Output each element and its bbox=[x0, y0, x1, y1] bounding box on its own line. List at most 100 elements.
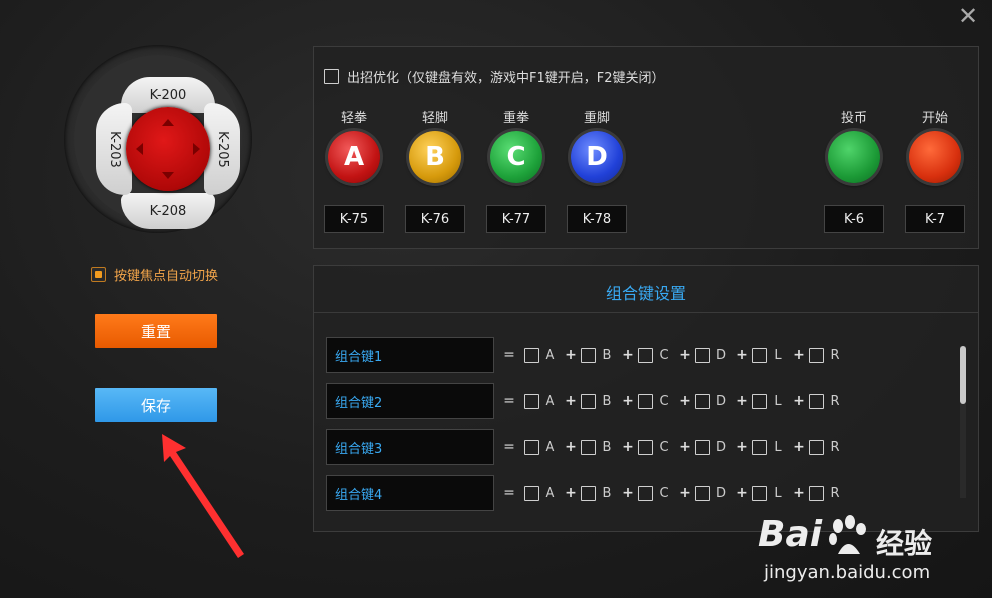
combo-name-field[interactable]: 组合键3 bbox=[326, 429, 494, 465]
combo-letter: L bbox=[774, 393, 782, 409]
combo-settings-title: 组合键设置 bbox=[605, 284, 686, 303]
combo-letter: C bbox=[659, 393, 669, 409]
button-a-icon[interactable]: A bbox=[328, 131, 380, 183]
combo-letter: A bbox=[545, 439, 555, 455]
combo-letter: A bbox=[545, 393, 555, 409]
combo-option-r: R bbox=[809, 485, 846, 501]
combo-letter: R bbox=[830, 485, 840, 501]
plus-sign: + bbox=[622, 439, 634, 455]
combo-option-d: D bbox=[695, 347, 732, 363]
plus-sign: + bbox=[565, 485, 577, 501]
combo-letter: B bbox=[602, 485, 612, 501]
combo-option-c: C bbox=[638, 347, 675, 363]
combo-checkbox-c[interactable] bbox=[638, 485, 653, 501]
key-field-b[interactable]: K-76 bbox=[405, 205, 465, 233]
combo-letter: C bbox=[659, 439, 669, 455]
combo-option-l: L bbox=[752, 347, 789, 363]
combo-checkbox-b[interactable] bbox=[581, 439, 596, 455]
plus-sign: + bbox=[679, 347, 691, 363]
button-c-icon[interactable]: C bbox=[490, 131, 542, 183]
move-optimization-checkbox[interactable] bbox=[324, 69, 339, 84]
scrollbar-thumb[interactable] bbox=[960, 346, 966, 404]
plus-sign: + bbox=[679, 393, 691, 409]
key-field-coin[interactable]: K-6 bbox=[824, 205, 884, 233]
combo-option-d: D bbox=[695, 485, 732, 501]
start-button-icon[interactable] bbox=[909, 131, 961, 183]
combo-letter: D bbox=[715, 485, 726, 501]
button-name: 轻脚 bbox=[421, 111, 448, 126]
dpad-down-label: K-208 bbox=[149, 203, 187, 219]
combo-name-field[interactable]: 组合键4 bbox=[326, 475, 494, 511]
plus-sign: + bbox=[793, 393, 805, 409]
combo-checkbox-r[interactable] bbox=[809, 439, 824, 455]
combo-checkbox-d[interactable] bbox=[695, 439, 710, 455]
combo-checkbox-r[interactable] bbox=[809, 485, 824, 501]
dpad-left-label: K-203 bbox=[106, 130, 122, 168]
combo-checkbox-b[interactable] bbox=[581, 347, 596, 363]
button-b-icon[interactable]: B bbox=[409, 131, 461, 183]
combo-checkbox-l[interactable] bbox=[752, 485, 767, 501]
button-col-light-kick: 轻脚 B K-76 bbox=[405, 107, 465, 233]
arrow-left-icon bbox=[130, 143, 143, 155]
combo-checkbox-r[interactable] bbox=[809, 393, 824, 409]
plus-sign: + bbox=[736, 393, 748, 409]
arrow-right-icon bbox=[193, 143, 206, 155]
button-d-icon[interactable]: D bbox=[571, 131, 623, 183]
combo-option-a: A bbox=[524, 485, 561, 501]
key-field-a[interactable]: K-75 bbox=[324, 205, 384, 233]
dpad-right-label: K-205 bbox=[214, 130, 230, 168]
move-optimization-option[interactable]: 出招优化（仅键盘有效，游戏中F1键开启，F2键关闭） bbox=[324, 67, 665, 86]
combo-checkbox-c[interactable] bbox=[638, 347, 653, 363]
combo-letter: D bbox=[715, 347, 726, 363]
combo-option-l: L bbox=[752, 393, 789, 409]
combo-checkbox-d[interactable] bbox=[695, 347, 710, 363]
combo-checkbox-r[interactable] bbox=[809, 347, 824, 363]
combo-checkbox-l[interactable] bbox=[752, 347, 767, 363]
plus-sign: + bbox=[793, 485, 805, 501]
plus-sign: + bbox=[736, 485, 748, 501]
combo-option-r: R bbox=[809, 393, 846, 409]
dpad-down-key[interactable]: K-208 bbox=[121, 193, 215, 229]
plus-sign: + bbox=[679, 439, 691, 455]
combo-letter: B bbox=[602, 393, 612, 409]
combo-name-field[interactable]: 组合键2 bbox=[326, 383, 494, 419]
combo-option-r: R bbox=[809, 439, 846, 455]
save-button[interactable]: 保存 bbox=[95, 388, 217, 422]
combo-checkbox-l[interactable] bbox=[752, 393, 767, 409]
combo-checkbox-c[interactable] bbox=[638, 439, 653, 455]
key-field-start[interactable]: K-7 bbox=[905, 205, 965, 233]
combo-checkbox-a[interactable] bbox=[524, 347, 539, 363]
coin-button-icon[interactable] bbox=[828, 131, 880, 183]
combo-checkbox-c[interactable] bbox=[638, 393, 653, 409]
combo-letter: R bbox=[830, 439, 840, 455]
close-button[interactable]: ✕ bbox=[956, 4, 980, 28]
focus-auto-switch-checkbox[interactable]: 按键焦点自动切换 bbox=[91, 265, 218, 284]
dpad-up-label: K-200 bbox=[149, 87, 187, 103]
key-field-c[interactable]: K-77 bbox=[486, 205, 546, 233]
combo-letter: A bbox=[545, 347, 555, 363]
combo-checkbox-a[interactable] bbox=[524, 393, 539, 409]
combo-option-c: C bbox=[638, 439, 675, 455]
combo-checkbox-l[interactable] bbox=[752, 439, 767, 455]
combo-checkbox-a[interactable] bbox=[524, 439, 539, 455]
equals-sign: = bbox=[503, 347, 515, 363]
combo-checkbox-d[interactable] bbox=[695, 393, 710, 409]
arrow-down-icon bbox=[162, 172, 174, 185]
combo-option-d: D bbox=[695, 393, 732, 409]
combo-row: 组合键1 = A + B + C + D + L + R bbox=[326, 337, 846, 373]
combo-letter: L bbox=[774, 439, 782, 455]
close-icon: ✕ bbox=[957, 2, 979, 30]
combo-checkbox-b[interactable] bbox=[581, 393, 596, 409]
combo-option-b: B bbox=[581, 439, 618, 455]
combo-row: 组合键3 = A + B + C + D + L + R bbox=[326, 429, 846, 465]
annotation-arrow-icon bbox=[162, 434, 244, 558]
combo-option-b: B bbox=[581, 393, 618, 409]
dpad-center-button bbox=[126, 107, 210, 191]
combo-checkbox-b[interactable] bbox=[581, 485, 596, 501]
combo-name-field[interactable]: 组合键1 bbox=[326, 337, 494, 373]
plus-sign: + bbox=[622, 485, 634, 501]
key-field-d[interactable]: K-78 bbox=[567, 205, 627, 233]
combo-checkbox-a[interactable] bbox=[524, 485, 539, 501]
reset-button[interactable]: 重置 bbox=[95, 314, 217, 348]
combo-checkbox-d[interactable] bbox=[695, 485, 710, 501]
